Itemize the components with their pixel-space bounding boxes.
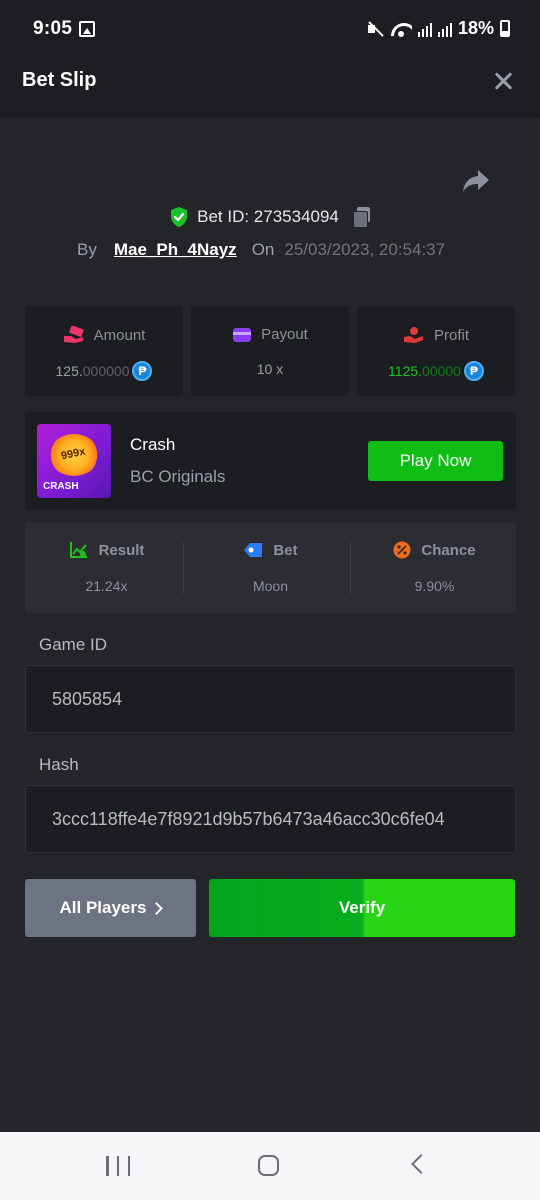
game-provider: BC Originals (130, 467, 226, 486)
play-now-button[interactable]: Play Now (368, 441, 503, 481)
amount-card: Amount 125. 000000 ₱ (25, 306, 183, 396)
chance-header: Chance (353, 541, 516, 559)
by-label: By (77, 240, 97, 259)
payout-value: 10 x (256, 361, 284, 377)
payout-header: Payout (191, 326, 349, 343)
bet-author-row: By Mae_Ph_4Nayz On 25/03/2023, 20:54:37 (77, 240, 445, 260)
payout-card: Payout 10 x (191, 306, 349, 396)
payout-label: Payout (261, 326, 308, 343)
divider (350, 542, 351, 594)
all-players-label: All Players (59, 898, 147, 917)
profit-label: Profit (433, 326, 469, 344)
amount-label: Amount (93, 326, 146, 344)
profit-value-decimals: 00000 (422, 363, 461, 379)
chance-column: Chance 9.90% (353, 522, 516, 613)
battery-icon (500, 20, 510, 37)
all-players-button[interactable]: All Players (25, 879, 196, 937)
game-name: Crash (130, 435, 176, 454)
profit-header: Profit (357, 326, 515, 344)
bet-column: Bet Moon (189, 522, 352, 613)
signal-icon-2 (437, 21, 452, 37)
hash-label: Hash (39, 755, 79, 774)
bet-value: Moon (252, 578, 289, 594)
close-icon[interactable] (494, 71, 514, 91)
money-hand-icon (63, 326, 84, 343)
hash-field[interactable] (26, 786, 515, 852)
shield-check-icon (171, 207, 188, 227)
result-label: Result (98, 541, 145, 559)
profit-value: 1125. 00000 ₱ (357, 361, 515, 381)
bet-header: Bet (189, 541, 352, 559)
verify-button[interactable]: Verify (209, 879, 515, 937)
recent-apps-icon[interactable] (106, 1156, 130, 1176)
gallery-icon (79, 21, 95, 37)
bet-id: Bet ID: 273534094 (197, 207, 339, 226)
game-id-label: Game ID (39, 635, 108, 654)
game-id-field-box (25, 665, 516, 733)
wifi-icon (390, 20, 412, 38)
page-title: Bet Slip (22, 69, 97, 91)
amount-value-decimals: 000000 (82, 363, 130, 379)
home-icon[interactable] (258, 1155, 279, 1176)
result-value: 21.24x (85, 578, 128, 594)
status-bar: 9:05 18% (0, 0, 540, 44)
profit-card: Profit 1125. 00000 ₱ (357, 306, 515, 396)
profit-value-main: 1125. (388, 363, 423, 379)
amount-value-main: 125. (55, 363, 83, 379)
copy-icon[interactable] (352, 207, 371, 228)
peso-coin-icon: ₱ (132, 361, 153, 381)
game-card: 999x CRASH Crash BC Originals Play Now (25, 412, 516, 510)
header-bar: Bet Slip (0, 44, 540, 118)
chart-icon (69, 542, 87, 558)
bet-datetime: 25/03/2023, 20:54:37 (284, 240, 446, 259)
result-panel: Result 21.24x Bet Moon Chance 9.90% (25, 522, 516, 613)
profit-hand-icon (403, 327, 423, 343)
chevron-right-icon (150, 901, 164, 915)
thumb-label: CRASH (43, 481, 79, 492)
system-nav-bar (0, 1132, 540, 1200)
game-thumbnail[interactable]: 999x CRASH (37, 424, 111, 498)
on-label: On (251, 240, 275, 259)
username-link[interactable]: Mae_Ph_4Nayz (114, 240, 237, 260)
status-time: 9:05 (33, 18, 73, 39)
bet-label: Bet (273, 541, 298, 559)
back-icon[interactable] (411, 1154, 431, 1174)
amount-header: Amount (25, 326, 183, 344)
result-header: Result (25, 541, 188, 559)
game-id-field[interactable] (26, 666, 515, 732)
tag-icon (244, 543, 263, 557)
battery-percent: 18% (457, 18, 494, 38)
result-column: Result 21.24x (25, 522, 188, 613)
status-icons: 18% (366, 18, 510, 39)
card-icon (233, 327, 252, 342)
percent-icon (393, 541, 411, 559)
peso-coin-icon: ₱ (463, 361, 484, 381)
signal-icon (417, 21, 432, 37)
chance-value: 9.90% (414, 578, 455, 594)
mute-icon (366, 20, 384, 38)
hash-field-box (25, 785, 516, 853)
divider (183, 542, 184, 594)
share-icon[interactable] (462, 168, 490, 194)
chance-label: Chance (421, 541, 476, 559)
bet-id-row: Bet ID: 273534094 (0, 206, 540, 228)
amount-value: 125. 000000 ₱ (25, 361, 183, 381)
